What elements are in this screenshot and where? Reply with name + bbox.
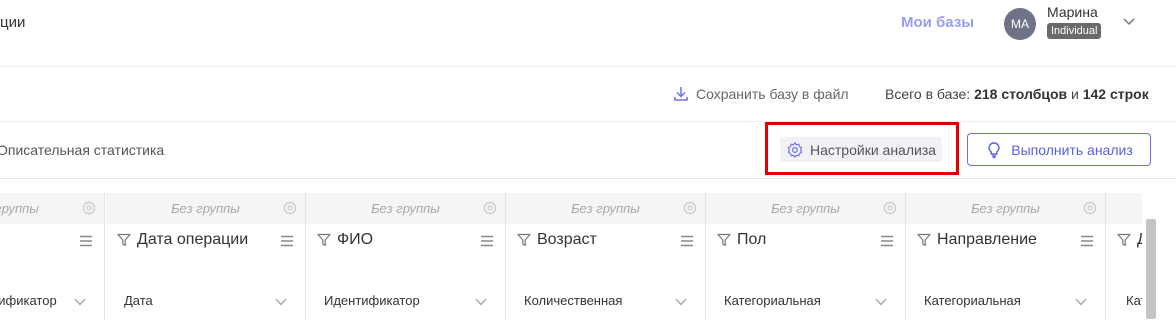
chevron-down-icon[interactable] bbox=[275, 297, 287, 307]
menu-icon[interactable] bbox=[1080, 235, 1094, 247]
gear-icon[interactable] bbox=[81, 200, 97, 216]
gear-icon[interactable] bbox=[1082, 200, 1098, 216]
chevron-down-icon[interactable] bbox=[675, 297, 687, 307]
chevron-down-icon[interactable] bbox=[875, 297, 887, 307]
chevron-down-icon[interactable] bbox=[1075, 297, 1087, 307]
column[interactable]: Без группы Направление Категориальная bbox=[906, 193, 1106, 320]
gear-icon[interactable] bbox=[682, 200, 698, 216]
filter-icon[interactable] bbox=[917, 233, 931, 247]
analysis-title: Описательная статистика bbox=[0, 142, 165, 158]
column[interactable]: Без группы Дата операции Дата bbox=[106, 193, 306, 320]
column-header[interactable]: Пол bbox=[706, 224, 905, 261]
totals-and: и bbox=[1067, 86, 1083, 102]
column-group-header: Без группы bbox=[306, 193, 505, 224]
column-group-header: Без группы bbox=[906, 193, 1105, 224]
menu-icon[interactable] bbox=[680, 235, 694, 247]
column[interactable]: Без группы Пол Категориальная bbox=[706, 193, 906, 320]
download-icon bbox=[674, 87, 688, 101]
save-database-button[interactable]: Сохранить базу в файл bbox=[672, 85, 849, 103]
menu-icon[interactable] bbox=[79, 235, 93, 247]
column-header[interactable]: Дата операции bbox=[106, 224, 305, 261]
database-totals: Всего в базе: 218 столбцов и 142 строк bbox=[885, 86, 1149, 102]
column-type[interactable]: Дата bbox=[124, 293, 153, 308]
totals-rows: 142 строк bbox=[1082, 86, 1149, 102]
scrollbar-thumb[interactable] bbox=[1146, 219, 1156, 319]
column-group-label: Без группы bbox=[571, 201, 640, 216]
filter-icon[interactable] bbox=[717, 233, 731, 247]
column-header[interactable]: Возраст bbox=[506, 224, 705, 261]
save-database-label: Сохранить базу в файл bbox=[696, 86, 849, 102]
column-type[interactable]: Идентификатор bbox=[0, 293, 57, 308]
column-group-header: Без группы bbox=[0, 193, 104, 224]
info-bar: Сохранить базу в файл Всего в базе: 218 … bbox=[0, 67, 1176, 122]
run-analysis-button[interactable]: Выполнить анализ bbox=[967, 133, 1151, 166]
chevron-down-icon[interactable] bbox=[74, 297, 86, 307]
menu-icon[interactable] bbox=[880, 235, 894, 247]
plan-badge: Individual bbox=[1047, 23, 1102, 39]
totals-columns: 218 столбцов bbox=[974, 86, 1068, 102]
column-name: Пол bbox=[737, 231, 767, 248]
column-group-label: Без группы bbox=[371, 201, 440, 216]
column-name: Дата операции bbox=[137, 231, 249, 248]
my-databases-link[interactable]: Мои базы bbox=[901, 14, 974, 31]
chevron-down-icon[interactable] bbox=[1121, 13, 1137, 29]
column-name: Направление bbox=[937, 231, 1037, 248]
menu-icon[interactable] bbox=[480, 235, 494, 247]
top-bar: ции Мои базы MA Марина Individual bbox=[0, 0, 1176, 67]
column[interactable]: Без группы Идентификатор bbox=[0, 193, 105, 320]
column-group-header: Без группы bbox=[106, 193, 305, 224]
chevron-down-icon[interactable] bbox=[475, 297, 487, 307]
nav-link-partial[interactable]: ции bbox=[0, 14, 25, 31]
gear-icon[interactable] bbox=[882, 200, 898, 216]
column-type[interactable]: Категориальная bbox=[724, 293, 821, 308]
column-group-header: Без группы bbox=[706, 193, 905, 224]
lightbulb-icon bbox=[988, 141, 1000, 158]
column-header[interactable]: ФИО bbox=[306, 224, 505, 261]
analysis-toolbar: Описательная статистика Настройки анализ… bbox=[0, 122, 1176, 179]
column-group-label: Без группы bbox=[171, 201, 240, 216]
column-header[interactable] bbox=[0, 224, 104, 261]
user-name: Марина bbox=[1047, 4, 1098, 20]
totals-prefix: Всего в базе: bbox=[885, 86, 975, 102]
column-type[interactable]: Идентификатор bbox=[324, 293, 420, 308]
column-name: Возраст bbox=[537, 231, 597, 248]
analysis-settings-label: Настройки анализа bbox=[810, 141, 937, 158]
gear-icon[interactable] bbox=[482, 200, 498, 216]
menu-icon[interactable] bbox=[280, 235, 294, 247]
column-type[interactable]: Категориальная bbox=[924, 293, 1021, 308]
column[interactable]: Без группы ФИО Идентификатор bbox=[306, 193, 506, 320]
analysis-settings-button[interactable]: Настройки анализа bbox=[780, 137, 943, 162]
column-name: ФИО bbox=[337, 231, 374, 248]
filter-icon[interactable] bbox=[117, 233, 131, 247]
column-group-header: Без группы bbox=[506, 193, 705, 224]
vertical-scrollbar[interactable] bbox=[1142, 193, 1176, 320]
filter-icon[interactable] bbox=[517, 233, 531, 247]
filter-icon[interactable] bbox=[1117, 233, 1131, 247]
column-group-label: Без группы bbox=[771, 201, 840, 216]
gear-icon[interactable] bbox=[282, 200, 298, 216]
data-grid: Без группы Идентификатор Без группы Дата… bbox=[0, 193, 1176, 320]
column-header[interactable]: Направление bbox=[906, 224, 1105, 261]
filter-icon[interactable] bbox=[317, 233, 331, 247]
column-group-label: Без группы bbox=[971, 201, 1040, 216]
column[interactable]: Без группы Возраст Количественная bbox=[506, 193, 706, 320]
run-analysis-label: Выполнить анализ bbox=[1011, 141, 1133, 158]
column-type[interactable]: Количественная bbox=[524, 293, 622, 308]
gear-icon bbox=[787, 141, 803, 158]
avatar[interactable]: MA bbox=[1004, 8, 1036, 40]
